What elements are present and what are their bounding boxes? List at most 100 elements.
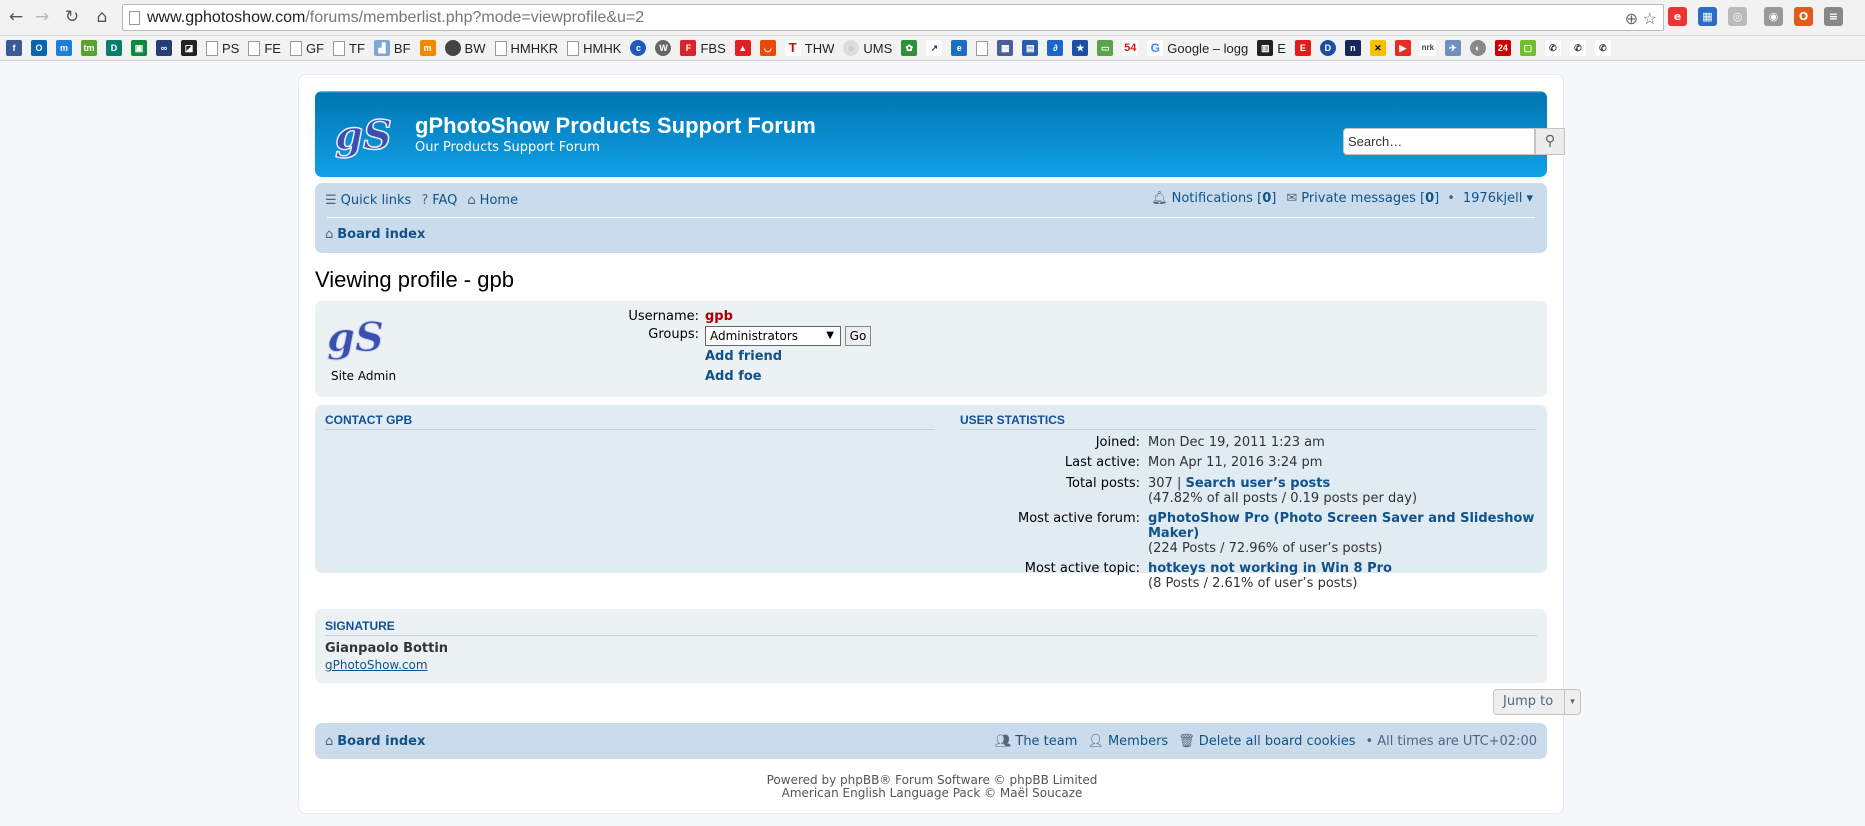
- bookmark-e[interactable]: ▥ E: [1257, 40, 1286, 56]
- most-active-topic-link[interactable]: hotkeys not working in Win 8 Pro: [1148, 561, 1392, 576]
- footer-board-index[interactable]: ⌂ Board index: [325, 734, 425, 749]
- bookmark-blue-circle[interactable]: c: [630, 40, 647, 56]
- trash-icon: 🗑︎: [1178, 733, 1195, 749]
- bookmark-extra20[interactable]: ✆: [1594, 40, 1611, 56]
- bookmark-extra3[interactable]: e: [951, 40, 968, 56]
- bookmark-nrk[interactable]: nrk: [1419, 40, 1436, 56]
- forward-arrow-icon[interactable]: →: [30, 5, 54, 29]
- bookmark-extra9[interactable]: ▭: [1097, 40, 1114, 56]
- bookmark-extra15[interactable]: ◐: [1469, 40, 1486, 56]
- reload-icon[interactable]: ↻: [60, 5, 84, 29]
- footer-board-index-label: Board index: [337, 733, 426, 749]
- home-icon[interactable]: ⌂: [90, 5, 114, 29]
- bookmark-blue[interactable]: m: [56, 40, 72, 56]
- most-active-forum-link-cont[interactable]: Maker): [1148, 526, 1199, 541]
- go-button[interactable]: Go: [845, 326, 871, 346]
- add-foe-link[interactable]: Add foe: [705, 369, 762, 384]
- home-link[interactable]: ⌂ Home: [467, 193, 518, 208]
- jump-to-button[interactable]: Jump to ▾: [1493, 689, 1581, 715]
- bookmark-extra1[interactable]: ✿: [901, 40, 918, 56]
- delete-cookies-link[interactable]: 🗑︎ Delete all board cookies: [1178, 734, 1355, 749]
- bookmark-extra14[interactable]: ✈: [1444, 40, 1461, 56]
- notifications-label: Notifications: [1171, 191, 1253, 206]
- bookmark-gf[interactable]: GF: [289, 40, 324, 56]
- bookmark-hmhkr[interactable]: HMHKR: [494, 40, 558, 56]
- bookmark-dark[interactable]: ◪: [181, 40, 197, 56]
- bookmark-icon: ▭: [1097, 40, 1114, 56]
- bookmark-hmhk[interactable]: HMHK: [567, 40, 621, 56]
- bookmark-fbs[interactable]: F FBS: [680, 40, 726, 56]
- bookmark-google[interactable]: G Google – logg: [1147, 40, 1248, 56]
- private-messages-link[interactable]: ✉ Private messages [0]: [1286, 191, 1439, 206]
- bookmark-fe[interactable]: FE: [248, 40, 281, 56]
- bookmark-navy[interactable]: ∞: [156, 40, 172, 56]
- groups-select[interactable]: Administrators ▼: [705, 326, 841, 346]
- faq-link[interactable]: ? FAQ: [421, 193, 457, 208]
- bookmark-extra19[interactable]: ✆: [1569, 40, 1586, 56]
- bookmark-wordpress[interactable]: W: [655, 40, 672, 56]
- username-value[interactable]: gpb: [705, 309, 733, 324]
- site-logo[interactable]: gS: [331, 105, 395, 165]
- bookmark-tf[interactable]: TF: [333, 40, 365, 56]
- bookmark-red[interactable]: ▲: [734, 40, 751, 56]
- bookmark-dnb[interactable]: D: [106, 40, 122, 56]
- office-extension-icon[interactable]: O: [1794, 7, 1813, 26]
- bookmarks-bar: f O m tm D ▣ ∞ ◪ PS FE GF TF ▟ BF m BW HM…: [0, 36, 1865, 61]
- bookmark-extra12[interactable]: n: [1344, 40, 1361, 56]
- bookmark-green[interactable]: tm: [81, 40, 97, 56]
- bookmark-ums[interactable]: ○ UMS: [843, 40, 892, 56]
- bookmark-label: E: [1277, 40, 1286, 56]
- colorful-extension-icon[interactable]: ▦: [1698, 7, 1717, 26]
- breadcrumb-board-index[interactable]: ⌂ Board index: [325, 227, 425, 242]
- bookmark-orange[interactable]: m: [419, 40, 436, 56]
- quick-links-menu[interactable]: ☰ Quick links: [325, 193, 411, 208]
- search-input[interactable]: Search…: [1343, 128, 1535, 155]
- bookmark-icon: c: [630, 40, 647, 56]
- bookmark-extra13[interactable]: ✕: [1369, 40, 1386, 56]
- bookmark-bw[interactable]: BW: [444, 40, 486, 56]
- menu-icon[interactable]: ≡: [1824, 7, 1843, 26]
- bookmark-extra7[interactable]: ∂: [1047, 40, 1064, 56]
- notifications-link[interactable]: 🔔︎ Notifications [0]: [1151, 191, 1276, 206]
- members-link[interactable]: 👤︎ Members: [1087, 734, 1168, 749]
- bookmark-extra18[interactable]: ✆: [1544, 40, 1561, 56]
- bookmark-extra11[interactable]: D: [1319, 40, 1336, 56]
- team-link[interactable]: 👥︎ The team: [995, 734, 1078, 749]
- bookmark-outlook[interactable]: O: [31, 40, 47, 56]
- bookmark-ps[interactable]: PS: [206, 40, 239, 56]
- bookmark-extra6[interactable]: ▤: [1022, 40, 1039, 56]
- bookmark-green2[interactable]: ▣: [131, 40, 147, 56]
- bookmark-extra16[interactable]: 24: [1494, 40, 1511, 56]
- bookmark-extra2[interactable]: ↗: [926, 40, 943, 56]
- bookmark-extra17[interactable]: ▢: [1519, 40, 1536, 56]
- add-friend-link[interactable]: Add friend: [705, 349, 782, 364]
- search-user-posts-link[interactable]: Search user’s posts: [1185, 476, 1330, 491]
- most-active-forum-link[interactable]: gPhotoShow Pro (Photo Screen Saver and S…: [1148, 511, 1534, 526]
- bookmark-bf[interactable]: ▟ BF: [373, 40, 411, 56]
- back-arrow-icon[interactable]: ←: [4, 5, 28, 29]
- bookmark-extra10[interactable]: E: [1294, 40, 1311, 56]
- bookmark-youtube[interactable]: ▶: [1394, 40, 1411, 56]
- bookmark-thw[interactable]: T THW: [784, 40, 834, 56]
- bookmark-extra8[interactable]: ★: [1072, 40, 1089, 56]
- bookmark-orange2[interactable]: ◡: [759, 40, 776, 56]
- bookmark-star-icon[interactable]: ☆: [1643, 11, 1657, 28]
- bookmark-icon: 54: [1122, 40, 1139, 56]
- home-icon: ⌂: [325, 733, 334, 749]
- bookmark-extra5[interactable]: ▦: [997, 40, 1014, 56]
- bookmark-facebook[interactable]: f: [6, 40, 22, 56]
- signature-link[interactable]: gPhotoShow.com: [325, 658, 428, 672]
- site-title[interactable]: gPhotoShow Products Support Forum: [415, 113, 816, 139]
- wordpress-icon: W: [655, 40, 672, 56]
- zoom-icon[interactable]: ⊕: [1625, 11, 1638, 28]
- bookmark-extra4[interactable]: [976, 40, 989, 56]
- grey-extension-icon[interactable]: ◎: [1728, 7, 1747, 26]
- footer-nav: ⌂ Board index 👥︎ The team 👤︎ Members 🗑︎ Dele…: [315, 723, 1547, 759]
- globe-extension-icon[interactable]: ◉: [1764, 7, 1783, 26]
- ebay-extension-icon[interactable]: e: [1668, 7, 1687, 26]
- search-button[interactable]: ⚲: [1535, 128, 1565, 155]
- bookmark-54[interactable]: 54: [1122, 40, 1139, 56]
- address-bar[interactable]: www.gphotoshow.com/forums/memberlist.php…: [122, 4, 1664, 31]
- user-menu[interactable]: 1976kjell ▾: [1463, 191, 1533, 206]
- bookmark-icon: ▦: [997, 40, 1014, 56]
